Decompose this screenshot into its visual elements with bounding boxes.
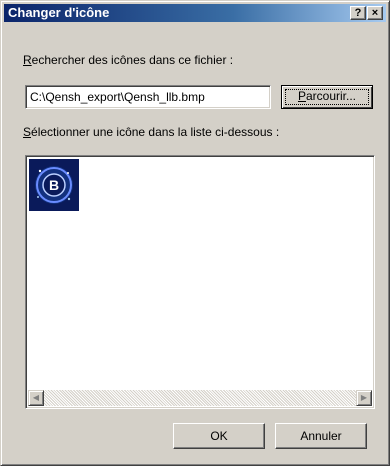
cancel-button[interactable]: Annuler xyxy=(275,423,367,449)
icon-item[interactable]: B xyxy=(29,159,79,211)
help-icon: ? xyxy=(354,7,362,19)
select-icon-label: Sélectionner une icône dans la liste ci-… xyxy=(23,125,279,139)
search-label-mnemonic: R xyxy=(23,53,32,67)
search-file-label: Rechercher des icônes dans ce fichier : xyxy=(23,53,233,67)
title-bar[interactable]: Changer d'icône ? × xyxy=(4,4,386,22)
svg-text:B: B xyxy=(49,177,59,193)
close-icon: × xyxy=(371,7,379,19)
browse-mnemonic: P xyxy=(297,89,306,103)
dialog-title: Changer d'icône xyxy=(8,5,110,20)
file-path-input[interactable] xyxy=(25,85,271,109)
scroll-left-button[interactable]: ◀ xyxy=(28,390,44,406)
browse-label: arcourir... xyxy=(306,89,357,103)
arrow-left-icon: ◀ xyxy=(32,393,40,402)
help-button[interactable]: ? xyxy=(350,6,366,20)
arrow-right-icon: ▶ xyxy=(360,393,368,402)
icon-list[interactable]: B ◀ ▶ xyxy=(25,155,375,409)
horizontal-scrollbar[interactable]: ◀ ▶ xyxy=(28,390,372,406)
close-button[interactable]: × xyxy=(367,6,383,20)
change-icon-dialog: Changer d'icône ? × Rechercher des icône… xyxy=(0,0,390,466)
scroll-right-button[interactable]: ▶ xyxy=(356,390,372,406)
search-label-text: echercher des icônes dans ce fichier : xyxy=(31,53,234,67)
ok-button[interactable]: OK xyxy=(173,423,265,449)
select-label-text: électionner une icône dans la liste ci-d… xyxy=(31,125,280,139)
select-label-mnemonic: S xyxy=(23,125,32,139)
app-logo-icon: B xyxy=(29,159,79,211)
browse-button[interactable]: Parcourir... xyxy=(281,85,373,109)
